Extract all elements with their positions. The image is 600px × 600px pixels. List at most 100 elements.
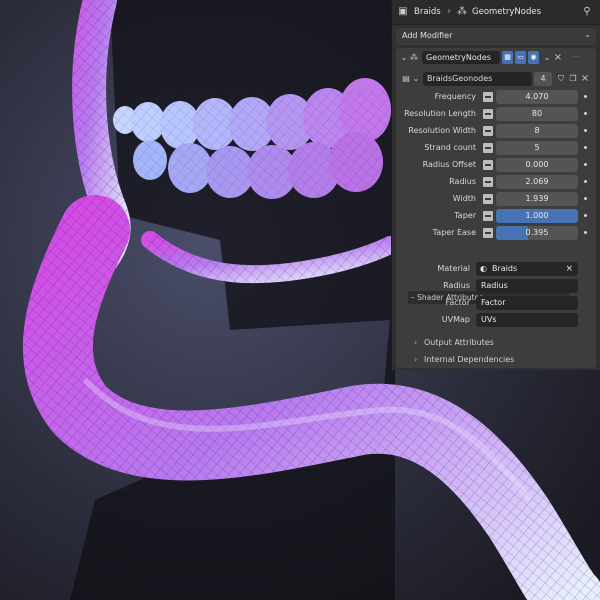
radius-value: 2.069: [525, 177, 549, 186]
property-row: Resolution Width 8: [396, 124, 596, 138]
viewport-toggle-icon[interactable]: ▭: [515, 51, 526, 64]
strand-count-field[interactable]: 5: [496, 141, 578, 155]
property-row: Frequency 4.070: [396, 90, 596, 104]
pin-icon[interactable]: ⚲: [581, 6, 593, 18]
user-count[interactable]: 4: [534, 72, 552, 86]
material-value: Braids: [492, 264, 518, 273]
breadcrumb-object: Braids: [414, 7, 441, 17]
taper-field[interactable]: 1.000: [496, 209, 578, 223]
keyframe-dot-icon[interactable]: [584, 112, 587, 115]
geometry-nodes-icon: ⁂: [410, 53, 418, 62]
panel-header: ▣ Braids › ⁂ GeometryNodes ⚲: [392, 0, 600, 25]
resolution-length-label: Resolution Length: [404, 109, 476, 118]
material-sphere-icon: ◐: [480, 264, 487, 273]
geometry-nodes-icon: ⁂: [457, 6, 467, 17]
modifier-properties-panel: ▣ Braids › ⁂ GeometryNodes ⚲ Add Modifie…: [392, 0, 600, 370]
input-toggle-icon[interactable]: [483, 211, 493, 221]
chevron-right-icon: ›: [414, 355, 418, 364]
material-label: Material: [437, 264, 471, 273]
shader-attribute-row: Material ◐ Braids ×: [396, 262, 596, 276]
radius-offset-value: 0.000: [525, 160, 549, 169]
wrench-icon: ▣: [398, 6, 408, 17]
property-row: Strand count 5: [396, 141, 596, 155]
width-field[interactable]: 1.939: [496, 192, 578, 206]
property-row: Resolution Length 80: [396, 107, 596, 121]
taper-ease-value: 0.395: [525, 228, 549, 237]
input-toggle-icon[interactable]: [483, 177, 493, 187]
node-group-field[interactable]: BraidsGeonodes: [423, 72, 532, 86]
taper-ease-field[interactable]: 0.395: [496, 226, 578, 240]
radius-offset-label: Radius Offset: [422, 160, 476, 169]
breadcrumb-modifier: GeometryNodes: [472, 7, 541, 17]
unlink-icon[interactable]: ×: [579, 73, 591, 85]
factor-attribute-field[interactable]: Factor: [476, 296, 578, 310]
taper-label: Taper: [454, 211, 476, 220]
radius-field[interactable]: 2.069: [496, 175, 578, 189]
property-row: Taper 1.000: [396, 209, 596, 223]
close-icon[interactable]: ×: [565, 262, 573, 276]
radius-label: Radius: [449, 177, 476, 186]
radius-offset-field[interactable]: 0.000: [496, 158, 578, 172]
duplicate-icon[interactable]: ❐: [567, 73, 579, 85]
property-row: Width 1.939: [396, 192, 596, 206]
resolution-width-field[interactable]: 8: [496, 124, 578, 138]
keyframe-dot-icon[interactable]: [584, 197, 587, 200]
property-row: Taper Ease 0.395: [396, 226, 596, 240]
fake-user-shield-icon[interactable]: ⛉: [555, 73, 567, 85]
keyframe-dot-icon[interactable]: [584, 95, 587, 98]
taper-value: 1.000: [525, 211, 549, 220]
material-field[interactable]: ◐ Braids ×: [476, 262, 578, 276]
input-toggle-icon[interactable]: [483, 126, 493, 136]
taper-ease-label: Taper Ease: [432, 228, 476, 237]
keyframe-dot-icon[interactable]: [584, 180, 587, 183]
keyframe-dot-icon[interactable]: [584, 214, 587, 217]
chevron-right-icon: ›: [447, 6, 451, 17]
input-toggle-icon[interactable]: [483, 228, 493, 238]
uvmap-attribute-field[interactable]: UVs: [476, 313, 578, 327]
drag-handle-icon[interactable]: ⋯: [570, 51, 582, 63]
radius-label: Radius: [443, 281, 470, 290]
output-attributes-subpanel[interactable]: › Output Attributes: [414, 337, 494, 349]
input-toggle-icon[interactable]: [483, 143, 493, 153]
property-row: Radius 2.069: [396, 175, 596, 189]
width-value: 1.939: [525, 194, 549, 203]
resolution-length-field[interactable]: 80: [496, 107, 578, 121]
keyframe-dot-icon[interactable]: [584, 163, 587, 166]
keyframe-dot-icon[interactable]: [584, 129, 587, 132]
frequency-value: 4.070: [525, 92, 549, 101]
node-group-row: ▤ ⌄ BraidsGeonodes 4 ⛉ ❐ ×: [400, 72, 592, 86]
chevron-down-icon: ⌄: [584, 30, 591, 39]
strand-count-label: Strand count: [424, 143, 476, 152]
width-label: Width: [452, 194, 476, 203]
resolution-width-label: Resolution Width: [408, 126, 476, 135]
keyframe-dot-icon[interactable]: [584, 231, 587, 234]
input-toggle-icon[interactable]: [483, 109, 493, 119]
input-toggle-icon[interactable]: [483, 160, 493, 170]
chevron-right-icon: ›: [414, 338, 418, 347]
render-toggle-icon[interactable]: ◉: [528, 51, 539, 64]
shader-attribute-row: Radius Radius: [396, 279, 596, 293]
input-toggle-icon[interactable]: [483, 92, 493, 102]
shader-attribute-row: Factor Factor: [396, 296, 596, 310]
output-attributes-label: Output Attributes: [424, 338, 494, 347]
internal-dependencies-label: Internal Dependencies: [424, 355, 515, 364]
close-icon[interactable]: ×: [552, 52, 564, 64]
resolution-length-value: 80: [531, 109, 543, 118]
modifier-name-field[interactable]: GeometryNodes: [422, 51, 500, 64]
edit-mode-toggle-icon[interactable]: ▦: [502, 51, 513, 64]
modifier-header: ⌄ ⁂ GeometryNodes ▦ ▭ ◉ ⌄ × ⋯: [396, 48, 596, 68]
frequency-field[interactable]: 4.070: [496, 90, 578, 104]
radius-attribute-field[interactable]: Radius: [476, 279, 578, 293]
factor-label: Factor: [445, 298, 471, 307]
input-toggle-icon[interactable]: [483, 194, 493, 204]
shader-attribute-row: UVMap UVs: [396, 313, 596, 327]
property-row: Radius Offset 0.000: [396, 158, 596, 172]
frequency-label: Frequency: [434, 92, 476, 101]
taper-ease-fill: [496, 226, 529, 240]
modifier-box: ⌄ ⁂ GeometryNodes ▦ ▭ ◉ ⌄ × ⋯ ▤ ⌄ Braids…: [396, 48, 596, 368]
strand-count-value: 5: [534, 143, 540, 152]
internal-dependencies-subpanel[interactable]: › Internal Dependencies: [414, 354, 514, 366]
keyframe-dot-icon[interactable]: [584, 146, 587, 149]
chevron-down-icon[interactable]: ⌄: [410, 73, 422, 85]
add-modifier-button[interactable]: Add Modifier ⌄: [396, 28, 596, 45]
